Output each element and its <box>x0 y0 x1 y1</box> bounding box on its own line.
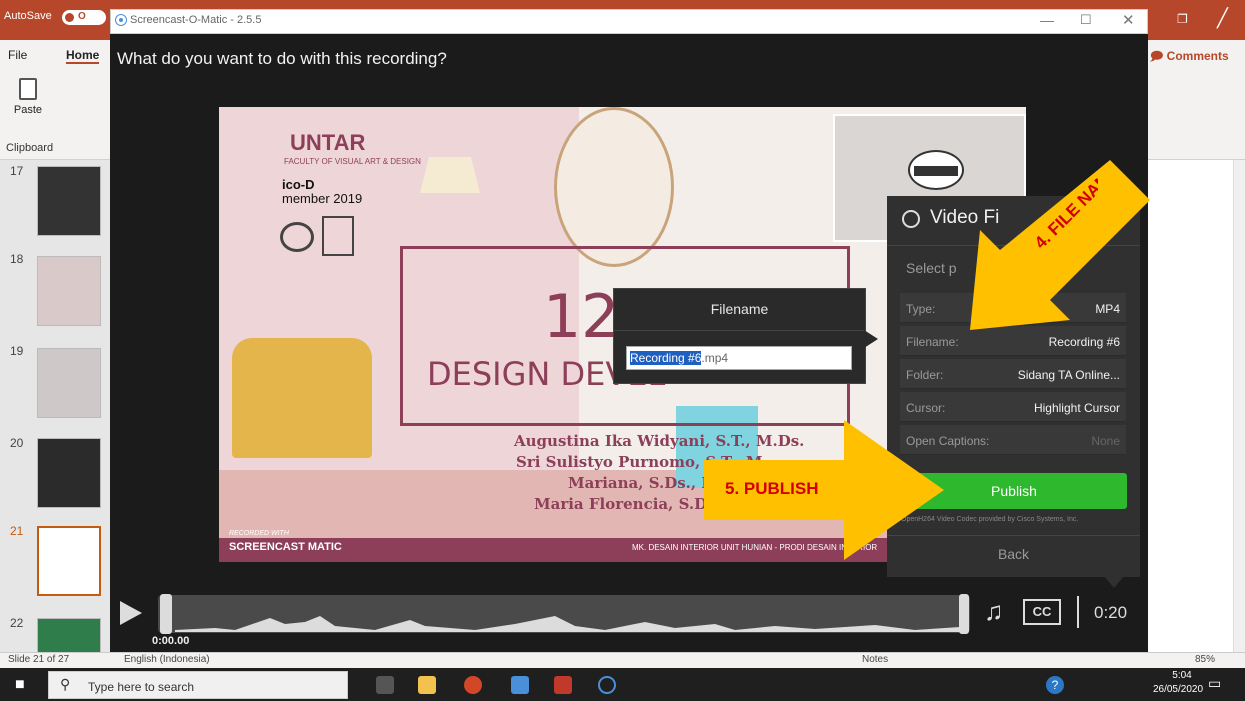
filename-input[interactable]: Recording #6.mp4 <box>626 346 852 370</box>
file-explorer-icon[interactable] <box>418 676 436 694</box>
autosave-toggle[interactable]: O <box>62 10 106 25</box>
video-mirror <box>554 107 674 267</box>
acrobat-icon[interactable] <box>554 676 572 694</box>
notes-button[interactable]: Notes <box>862 654 888 665</box>
som-window-title: Screencast-O-Matic - 2.5.5 <box>130 14 262 26</box>
autosave-label: AutoSave <box>4 10 52 22</box>
closed-captions-icon[interactable]: CC <box>1023 599 1061 625</box>
popup-pointer <box>864 330 878 348</box>
annotation-label-file-name: 4. FILE NAME <box>1031 172 1098 253</box>
panel-pointer <box>1104 576 1124 588</box>
autosave-state: O <box>78 11 86 22</box>
comments-label: Comments <box>1166 49 1229 63</box>
task-view-icon[interactable] <box>376 676 394 694</box>
slide-number: 22 <box>10 616 24 630</box>
notification-icon[interactable]: ▭ <box>1208 675 1221 692</box>
language-indicator[interactable]: English (Indonesia) <box>124 654 210 665</box>
option-cursor[interactable]: Cursor: Highlight Cursor <box>900 392 1126 422</box>
zoom-level[interactable]: 85% <box>1195 654 1215 665</box>
divider <box>613 330 866 331</box>
filename-popup-title: Filename <box>710 301 769 317</box>
search-placeholder: Type here to search <box>88 680 195 694</box>
page-title: What do you want to do with this recordi… <box>117 49 447 68</box>
slide-thumbnail-panel: 17 18 19 20 21 22 <box>0 160 110 688</box>
video-chair <box>232 338 372 458</box>
music-icon[interactable]: ♫ <box>984 596 1004 627</box>
screencast-watermark: SCREENCAST MATIC <box>229 541 342 553</box>
filename-selected-text: Recording #6 <box>630 351 702 365</box>
clock-time: 5:04 <box>1172 670 1192 681</box>
divider <box>1077 596 1079 628</box>
som-titlebar <box>110 9 1148 34</box>
windows-start-icon[interactable]: ■ <box>15 676 25 694</box>
option-filename[interactable]: Filename: Recording #6 <box>900 326 1126 356</box>
paste-button[interactable]: Paste <box>8 104 48 116</box>
slide-number: 18 <box>10 252 24 266</box>
svg-text:4. FILE NAME: 4. FILE NAME <box>1031 172 1098 253</box>
trim-start-handle[interactable] <box>160 594 172 634</box>
screencast-o-matic-icon[interactable] <box>598 676 616 694</box>
tab-home[interactable]: Home <box>66 48 100 64</box>
close-icon[interactable]: ✕ <box>1122 11 1135 29</box>
search-icon: ⚲ <box>60 676 71 692</box>
faculty-label: FACULTY OF VISUAL ART & DESIGN <box>284 157 421 166</box>
trim-end-handle[interactable] <box>959 594 969 634</box>
recorded-with-label: RECORDED WITH <box>229 530 289 537</box>
film-reel-icon <box>902 210 920 228</box>
slide-number: 20 <box>10 436 24 450</box>
help-icon[interactable]: ? <box>1046 676 1064 694</box>
maximize-icon[interactable]: ☐ <box>1080 12 1092 28</box>
paste-icon[interactable] <box>19 78 37 100</box>
slide-number-large: 12 <box>543 282 620 352</box>
ukas-badge-icon <box>322 216 354 256</box>
slide-thumbnail[interactable] <box>37 256 101 326</box>
comments-button[interactable]: 🗩 Comments <box>1150 47 1229 68</box>
clipboard-group-label: Clipboard <box>6 142 54 154</box>
som-logo-icon <box>115 14 127 26</box>
editor-right-area <box>1148 160 1245 652</box>
slide-number: 19 <box>10 344 24 358</box>
play-icon[interactable] <box>120 601 142 625</box>
video-lamp <box>420 157 480 193</box>
clock-date: 26/05/2020 <box>1152 684 1204 695</box>
untar-logo: UNTAR <box>290 130 366 155</box>
tab-file[interactable]: File <box>8 48 27 62</box>
powerpoint-icon[interactable] <box>464 676 482 694</box>
audio-waveform <box>175 616 960 632</box>
slide-number: 17 <box>10 164 24 178</box>
close-icon[interactable]: ╱ <box>1217 8 1228 29</box>
option-folder[interactable]: Folder: Sidang TA Online... <box>900 359 1126 389</box>
slide-thumbnail-selected[interactable] <box>37 526 101 596</box>
vertical-scrollbar[interactable] <box>1233 160 1245 652</box>
total-duration: 0:20 <box>1094 603 1128 622</box>
restore-icon[interactable]: ❐ <box>1177 12 1188 26</box>
slide-counter: Slide 21 of 27 <box>8 654 70 665</box>
current-time: 0:00.00 <box>152 635 190 647</box>
slide-thumbnail[interactable] <box>37 348 101 418</box>
annotation-label-publish: 5. PUBLISH <box>725 479 819 498</box>
slide-thumbnail[interactable] <box>37 166 101 236</box>
certification-badge-icon <box>280 222 314 252</box>
filename-extension: .mp4 <box>701 351 729 365</box>
camera-icon[interactable] <box>511 676 529 694</box>
slide-number: 21 <box>10 524 24 538</box>
icod-label: ico-D member 2019 <box>282 177 363 206</box>
slide-thumbnail[interactable] <box>37 438 101 508</box>
minimize-icon[interactable]: — <box>1040 12 1054 28</box>
